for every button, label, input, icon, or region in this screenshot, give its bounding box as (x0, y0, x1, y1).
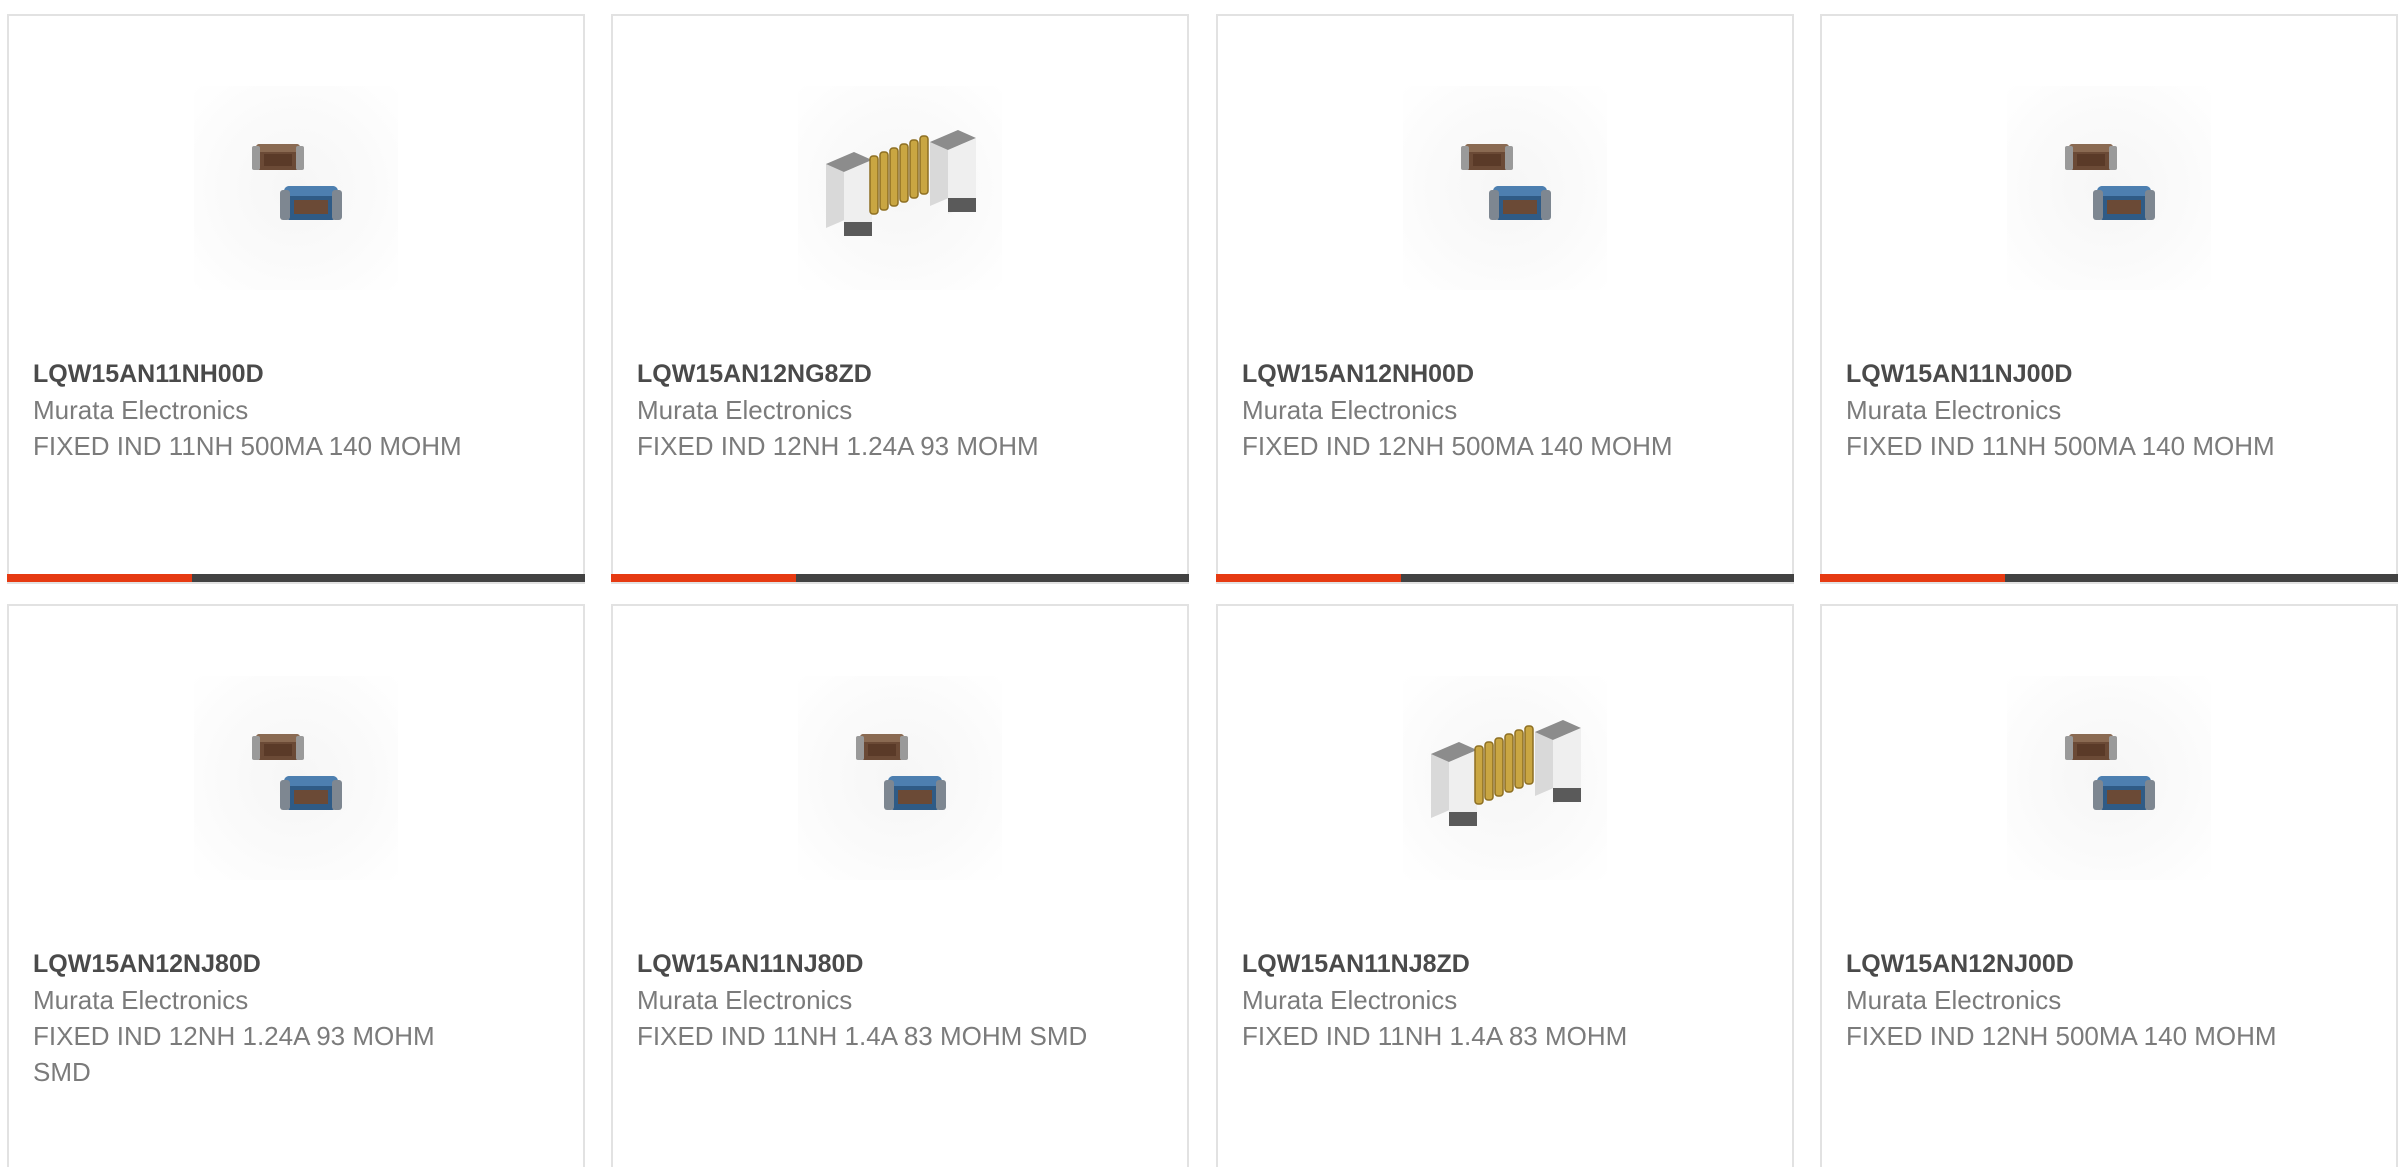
part-number[interactable]: LQW15AN12NJ80D (33, 946, 563, 982)
card-accent-fill (7, 574, 192, 582)
product-description: FIXED IND 12NH 500MA 140 MOHM (1846, 1021, 2277, 1051)
product-card[interactable]: LQW15AN12NG8ZD Murata Electronics FIXED … (611, 14, 1189, 584)
product-image[interactable] (2007, 676, 2211, 880)
product-info: LQW15AN12NJ00D Murata Electronics FIXED … (1846, 946, 2376, 1054)
product-image[interactable] (798, 86, 1002, 290)
card-accent-fill (611, 574, 796, 582)
card-accent-bar (611, 574, 1189, 582)
product-image[interactable] (194, 86, 398, 290)
product-description: FIXED IND 12NH 500MA 140 MOHM (1242, 431, 1673, 461)
product-info: LQW15AN12NG8ZD Murata Electronics FIXED … (637, 356, 1167, 464)
product-card[interactable]: LQW15AN11NJ00D Murata Electronics FIXED … (1820, 14, 2398, 584)
card-accent-fill (1216, 574, 1401, 582)
product-image[interactable] (798, 676, 1002, 880)
product-card[interactable]: LQW15AN11NJ80D Murata Electronics FIXED … (611, 604, 1189, 1167)
card-accent-bar (7, 574, 585, 582)
product-info: LQW15AN12NJ80D Murata Electronics FIXED … (33, 946, 563, 1090)
product-info: LQW15AN11NH00D Murata Electronics FIXED … (33, 356, 563, 464)
card-accent-bar (1216, 574, 1794, 582)
part-number[interactable]: LQW15AN11NJ8ZD (1242, 946, 1772, 982)
card-accent-bar (1820, 574, 2398, 582)
product-description: FIXED IND 11NH 500MA 140 MOHM (1846, 431, 2275, 461)
card-accent-fill (1820, 574, 2005, 582)
manufacturer: Murata Electronics (33, 395, 249, 425)
product-description: FIXED IND 11NH 500MA 140 MOHM (33, 431, 462, 461)
manufacturer: Murata Electronics (1242, 985, 1458, 1015)
product-grid: LQW15AN11NH00D Murata Electronics FIXED … (0, 0, 2400, 1167)
manufacturer: Murata Electronics (1846, 395, 2062, 425)
product-description: FIXED IND 11NH 1.4A 83 MOHM (1242, 1021, 1628, 1051)
part-number[interactable]: LQW15AN12NJ00D (1846, 946, 2376, 982)
part-number[interactable]: LQW15AN12NH00D (1242, 356, 1772, 392)
manufacturer: Murata Electronics (1242, 395, 1458, 425)
product-info: LQW15AN11NJ8ZD Murata Electronics FIXED … (1242, 946, 1772, 1054)
product-card[interactable]: LQW15AN11NH00D Murata Electronics FIXED … (7, 14, 585, 584)
part-number[interactable]: LQW15AN11NJ00D (1846, 356, 2376, 392)
product-description: FIXED IND 12NH 1.24A 93 MOHM (637, 431, 1039, 461)
product-image[interactable] (194, 676, 398, 880)
product-info: LQW15AN11NJ00D Murata Electronics FIXED … (1846, 356, 2376, 464)
product-card[interactable]: LQW15AN12NJ80D Murata Electronics FIXED … (7, 604, 585, 1167)
product-image[interactable] (1403, 676, 1607, 880)
part-number[interactable]: LQW15AN11NH00D (33, 356, 563, 392)
part-number[interactable]: LQW15AN12NG8ZD (637, 356, 1167, 392)
product-info: LQW15AN12NH00D Murata Electronics FIXED … (1242, 356, 1772, 464)
product-card[interactable]: LQW15AN12NH00D Murata Electronics FIXED … (1216, 14, 1794, 584)
product-description: FIXED IND 12NH 1.24A 93 MOHM SMD (33, 1021, 435, 1087)
manufacturer: Murata Electronics (637, 985, 853, 1015)
product-image[interactable] (1403, 86, 1607, 290)
product-info: LQW15AN11NJ80D Murata Electronics FIXED … (637, 946, 1167, 1054)
product-description: FIXED IND 11NH 1.4A 83 MOHM SMD (637, 1021, 1088, 1051)
product-card[interactable]: LQW15AN12NJ00D Murata Electronics FIXED … (1820, 604, 2398, 1167)
part-number[interactable]: LQW15AN11NJ80D (637, 946, 1167, 982)
product-image[interactable] (2007, 86, 2211, 290)
manufacturer: Murata Electronics (33, 985, 249, 1015)
manufacturer: Murata Electronics (1846, 985, 2062, 1015)
manufacturer: Murata Electronics (637, 395, 853, 425)
product-card[interactable]: LQW15AN11NJ8ZD Murata Electronics FIXED … (1216, 604, 1794, 1167)
